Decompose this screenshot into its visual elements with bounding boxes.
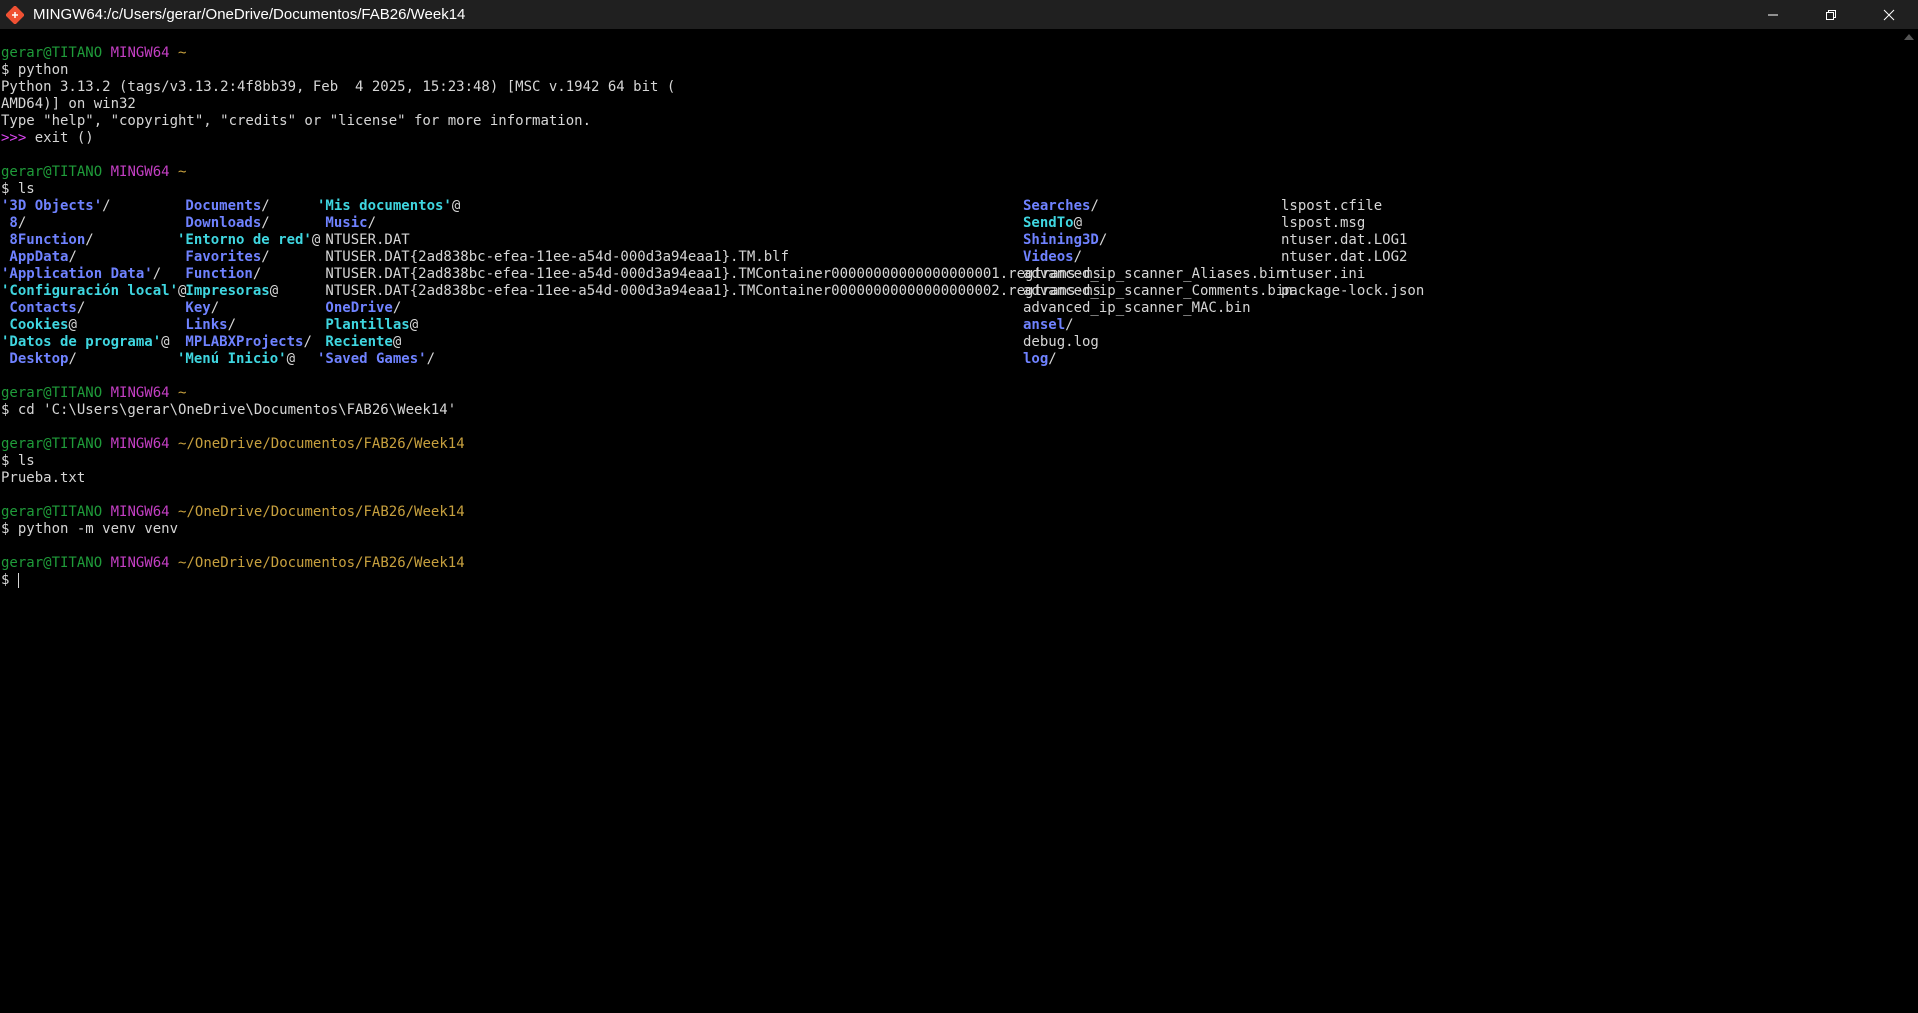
ls-entry: Function/ — [177, 266, 262, 282]
prompt-line: gerar@TITANO MINGW64 ~/OneDrive/Document… — [1, 504, 465, 520]
output-line: Prueba.txt — [1, 470, 86, 486]
ls-entry: ntuser.dat.LOG2 — [1281, 249, 1408, 265]
ls-entry: 'Configuración local'@ — [1, 283, 187, 299]
ls-entry: NTUSER.DAT{2ad838bc-efea-11ee-a54d-000d3… — [317, 266, 1101, 282]
ls-entry: 8Function/ — [1, 232, 94, 248]
ls-entry: ntuser.dat.LOG1 — [1281, 232, 1408, 248]
repl-line: >>> exit () — [1, 130, 94, 146]
prompt-line: gerar@TITANO MINGW64 ~ — [1, 164, 187, 180]
ls-entry: '3D Objects'/ — [1, 198, 111, 214]
ls-entry: NTUSER.DAT — [317, 232, 410, 248]
restore-button[interactable] — [1802, 0, 1860, 29]
ls-entry: lspost.msg — [1281, 215, 1366, 231]
ls-column-2: Documents/ Downloads/'Entorno de red'@ F… — [177, 198, 320, 368]
command-line: $ ls — [1, 453, 35, 469]
ls-entry: 'Entorno de red'@ — [177, 232, 321, 248]
ls-entry: Documents/ — [177, 198, 270, 214]
title-bar: MINGW64:/c/Users/gerar/OneDrive/Document… — [0, 0, 1918, 29]
ls-entry: Favorites/ — [177, 249, 270, 265]
ls-entry: Plantillas@ — [317, 317, 419, 333]
ls-entry: advanced_ip_scanner_MAC.bin — [1023, 300, 1251, 316]
ls-entry: NTUSER.DAT{2ad838bc-efea-11ee-a54d-000d3… — [317, 283, 1101, 299]
input-line[interactable]: $ — [1, 572, 675, 589]
prompt-line: gerar@TITANO MINGW64 ~/OneDrive/Document… — [1, 555, 465, 571]
ls-entry: AppData/ — [1, 249, 77, 265]
ls-entry: advanced_ip_scanner_Aliases.bin — [1023, 266, 1285, 282]
close-icon — [1883, 9, 1895, 20]
ls-entry: Shining3D/ — [1023, 232, 1108, 248]
window-title: MINGW64:/c/Users/gerar/OneDrive/Document… — [33, 6, 466, 23]
ls-entry: Searches/ — [1023, 198, 1099, 214]
restore-icon — [1826, 9, 1836, 20]
command-line: $ python -m venv venv — [1, 521, 179, 537]
output-line: Type "help", "copyright", "credits" or "… — [1, 113, 592, 129]
ls-column-3: 'Mis documentos'@ Music/ NTUSER.DAT NTUS… — [317, 198, 1101, 368]
ls-entry: Cookies@ — [1, 317, 77, 333]
ls-column-1: '3D Objects'/ 8/ 8Function/ AppData/'App… — [1, 198, 186, 368]
ls-entry: Music/ — [317, 215, 377, 231]
ls-entry: log/ — [1023, 351, 1057, 367]
ls-entry: Downloads/ — [177, 215, 270, 231]
prompt-line: gerar@TITANO MINGW64 ~/OneDrive/Document… — [1, 436, 465, 452]
ls-entry: 'Datos de programa'@ — [1, 334, 170, 350]
ls-column-4: Searches/SendTo@ Shining3D/Videos/advance… — [1023, 198, 1293, 368]
ls-entry: 'Saved Games'/ — [317, 351, 436, 367]
scrollbar[interactable] — [1900, 29, 1918, 1013]
prompt-line: gerar@TITANO MINGW64 ~ — [1, 385, 187, 401]
ls-entry: lspost.cfile — [1281, 198, 1383, 214]
scroll-up-arrow-icon[interactable] — [1904, 34, 1914, 40]
terminal-output[interactable]: gerar@TITANO MINGW64 ~ $ python Python 3… — [1, 45, 1424, 589]
ls-entry: 'Mis documentos'@ — [317, 198, 461, 214]
ls-entry: Contacts/ — [1, 300, 86, 316]
ls-entry: MPLABXProjects/ — [177, 334, 312, 350]
minimize-icon — [1768, 14, 1778, 15]
prompt-line: gerar@TITANO MINGW64 ~ — [1, 45, 187, 61]
ls-entry: ansel/ — [1023, 317, 1074, 333]
ls-entry: advanced_ip_scanner_Comments.bin — [1023, 283, 1293, 299]
ls-entry: Impresoras@ — [177, 283, 279, 299]
output-line: Python 3.13.2 (tags/v3.13.2:4f8bb39, Feb… — [1, 79, 676, 95]
ls-entry: 'Menú Inicio'@ — [177, 351, 296, 367]
output-line: AMD64)] on win32 — [1, 96, 136, 112]
ls-entry: OneDrive/ — [317, 300, 402, 316]
ls-entry: Links/ — [177, 317, 237, 333]
ls-entry: ntuser.ini — [1281, 266, 1366, 282]
ls-entry: Reciente@ — [317, 334, 402, 350]
ls-column-5: lspost.cfile lspost.msg ntuser.dat.LOG1 ntu… — [1281, 198, 1424, 300]
text-cursor — [17, 572, 19, 588]
ls-entry: 8/ — [1, 215, 27, 231]
command-line: $ python — [1, 62, 69, 78]
ls-entry: NTUSER.DAT{2ad838bc-efea-11ee-a54d-000d3… — [317, 249, 790, 265]
ls-entry: Videos/ — [1023, 249, 1083, 265]
ls-entry: debug.log — [1023, 334, 1099, 350]
ls-entry: Desktop/ — [1, 351, 77, 367]
ls-entry: Key/ — [177, 300, 220, 316]
close-button[interactable] — [1860, 0, 1918, 29]
ls-listing: '3D Objects'/ 8/ 8Function/ AppData/'App… — [1, 198, 1424, 368]
ls-entry: 'Application Data'/ — [1, 266, 162, 282]
command-line: $ cd 'C:\Users\gerar\OneDrive\Documentos… — [1, 402, 457, 418]
minimize-button[interactable] — [1744, 0, 1802, 29]
ls-entry: SendTo@ — [1023, 215, 1083, 231]
ls-entry: package-lock.json — [1281, 283, 1425, 299]
command-line: $ ls — [1, 181, 35, 197]
git-bash-icon — [5, 5, 25, 25]
